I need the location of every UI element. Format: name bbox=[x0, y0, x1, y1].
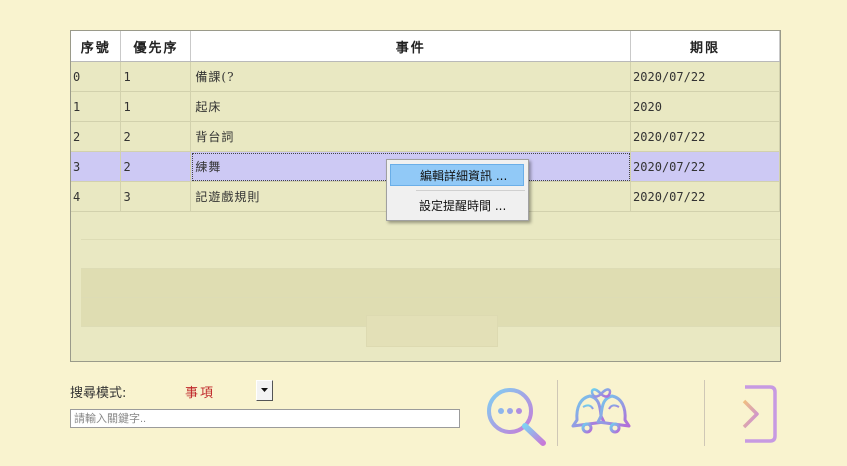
cell-event: 備課(? bbox=[190, 61, 632, 92]
cell-index: 3 bbox=[71, 151, 122, 182]
cell-deadline: 2020/07/22 bbox=[630, 151, 780, 182]
table-row[interactable]: 2 2 背台詞 2020/07/22 bbox=[71, 121, 780, 152]
menu-item-set-reminder[interactable]: 設定提醒時間 ... bbox=[390, 195, 524, 217]
cell-deadline: 2020/07/22 bbox=[630, 61, 780, 92]
menu-item-edit-details[interactable]: 編輯詳細資訊 ... bbox=[390, 164, 524, 186]
cell-event: 起床 bbox=[190, 91, 632, 122]
toolbar-divider bbox=[557, 380, 558, 446]
cell-event: 背台詞 bbox=[190, 121, 632, 152]
background-ghost-image bbox=[81, 211, 780, 347]
cell-priority: 3 bbox=[120, 181, 192, 212]
cell-priority: 1 bbox=[120, 61, 192, 92]
wedding-bells-icon[interactable] bbox=[568, 382, 634, 444]
search-mode-dropdown-button[interactable] bbox=[256, 380, 273, 401]
login-arrow-icon[interactable] bbox=[714, 383, 780, 445]
context-menu: 編輯詳細資訊 ... 設定提醒時間 ... bbox=[386, 159, 529, 221]
search-mode-label: 搜尋模式: bbox=[70, 386, 127, 401]
cell-priority: 1 bbox=[120, 91, 192, 122]
cell-priority: 2 bbox=[120, 121, 192, 152]
col-header-priority[interactable]: 優先序 bbox=[120, 31, 192, 62]
chevron-down-icon bbox=[261, 388, 268, 392]
cell-index: 0 bbox=[71, 61, 122, 92]
table-header-row: 序號 優先序 事件 期限 bbox=[71, 31, 780, 62]
table-row[interactable]: 1 1 起床 2020 bbox=[71, 91, 780, 122]
cell-deadline: 2020/07/22 bbox=[630, 121, 780, 152]
col-header-event[interactable]: 事件 bbox=[190, 31, 632, 62]
table-row[interactable]: 0 1 備課(? 2020/07/22 bbox=[71, 61, 780, 92]
keyword-search-input[interactable] bbox=[70, 409, 460, 428]
col-header-index[interactable]: 序號 bbox=[71, 31, 122, 62]
cell-index: 4 bbox=[71, 181, 122, 212]
cell-deadline: 2020 bbox=[630, 91, 780, 122]
search-mode-value[interactable]: 事項 bbox=[185, 382, 215, 401]
menu-separator bbox=[416, 190, 525, 191]
col-header-deadline[interactable]: 期限 bbox=[630, 31, 780, 62]
toolbar-divider bbox=[704, 380, 705, 446]
search-chat-icon[interactable] bbox=[483, 385, 549, 447]
cell-deadline: 2020/07/22 bbox=[630, 181, 780, 212]
cell-index: 2 bbox=[71, 121, 122, 152]
cell-index: 1 bbox=[71, 91, 122, 122]
cell-priority: 2 bbox=[120, 151, 192, 182]
